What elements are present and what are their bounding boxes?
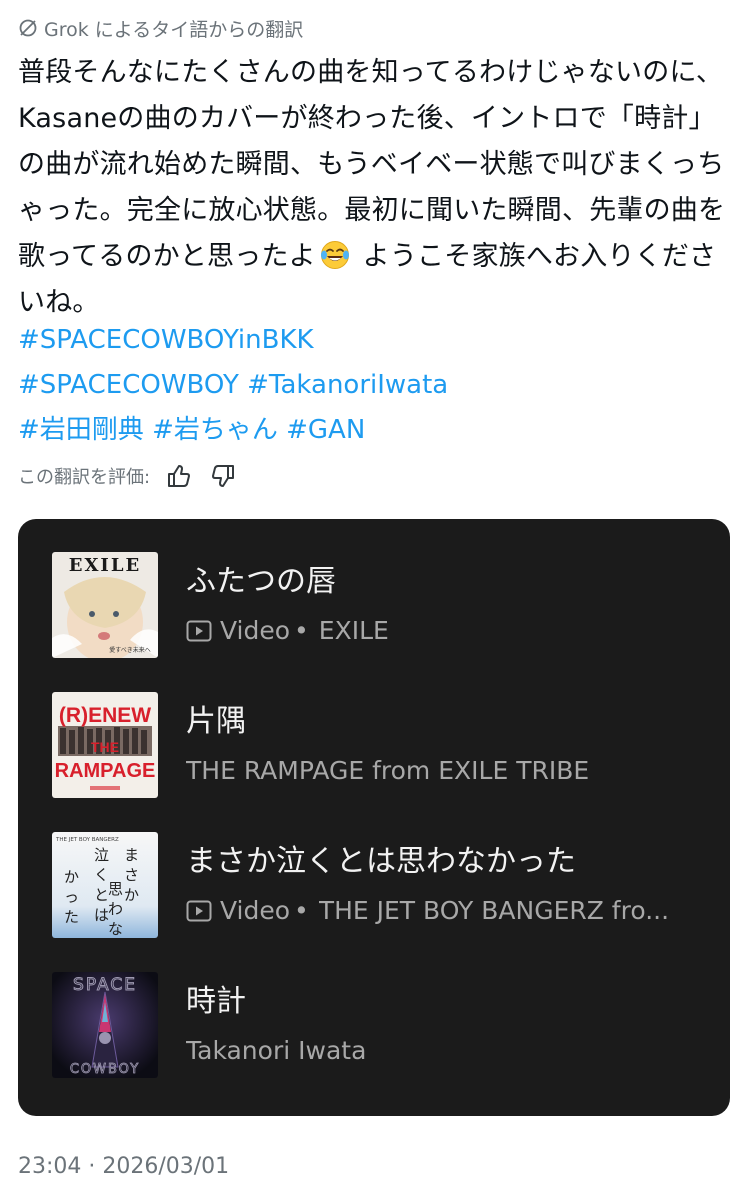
track-artist: THE JET BOY BANGERZ fro... — [318, 896, 670, 925]
album-art-text: (R)ENEW — [59, 704, 151, 727]
track-title: 片隅 — [186, 704, 246, 739]
track-meta: THE RAMPAGE from EXILE TRIBE — [186, 754, 589, 788]
svg-text:思: 思 — [108, 880, 123, 898]
video-icon — [186, 620, 212, 642]
thumbs-down-icon — [212, 465, 235, 487]
grok-icon — [18, 18, 38, 38]
translation-header: Grok によるタイ語からの翻訳 — [18, 14, 303, 42]
svg-text:か: か — [124, 886, 139, 904]
album-art-text: THE JET BOY BANGERZ — [55, 837, 119, 843]
svg-text:泣: 泣 — [94, 846, 109, 864]
album-art: EXILE 愛すべき未来へ — [52, 552, 158, 658]
track-type: Video — [220, 616, 291, 645]
track-title: ふたつの唇 — [186, 564, 336, 599]
hashtag-row: #SPACECOWBOYinBKK — [18, 318, 448, 363]
meta-separator: • — [294, 896, 309, 925]
svg-text:た: た — [64, 908, 79, 926]
svg-text:く: く — [94, 866, 109, 884]
track-item[interactable]: (R)ENEW THE RAMPAGE 片隅 THE RAMPAGE from … — [52, 692, 712, 800]
translation-rating: この翻訳を評価: — [18, 458, 238, 494]
hashtag-link[interactable]: #SPACECOWBOYinBKK — [18, 325, 314, 355]
hashtag-link[interactable]: #SPACECOWBOY — [18, 370, 239, 400]
hashtag-link[interactable]: #岩ちゃん — [152, 415, 278, 445]
svg-text:か: か — [64, 868, 79, 886]
svg-text:わ: わ — [108, 900, 123, 918]
album-art: SPACE COWBOY — [52, 972, 158, 1078]
thumbs-down-button[interactable] — [208, 461, 238, 491]
hashtag-row: #SPACECOWBOY #TakanoriIwata — [18, 363, 448, 408]
hashtags: #SPACECOWBOYinBKK #SPACECOWBOY #Takanori… — [18, 318, 448, 453]
svg-text:っ: っ — [64, 888, 79, 906]
album-art-text: RAMPAGE — [55, 760, 156, 782]
thumbs-up-icon — [168, 465, 191, 487]
track-artist: Takanori Iwata — [186, 1036, 367, 1065]
svg-text:さ: さ — [124, 866, 139, 884]
track-item[interactable]: EXILE 愛すべき未来へ ふたつの唇 Video • EXILE — [52, 552, 712, 660]
tears-of-joy-emoji — [320, 239, 350, 269]
svg-text:ま: ま — [124, 846, 139, 864]
meta-separator: • — [294, 616, 309, 645]
album-art-text: SPACE — [73, 975, 137, 995]
album-art-text: COWBOY — [70, 1062, 140, 1077]
hashtag-link[interactable]: #TakanoriIwata — [247, 370, 448, 400]
track-meta: Video • EXILE — [186, 614, 389, 648]
hashtag-link[interactable]: #GAN — [286, 415, 365, 445]
track-type: Video — [220, 896, 291, 925]
track-artist: EXILE — [318, 616, 389, 645]
thumbs-up-button[interactable] — [164, 461, 194, 491]
svg-text:な: な — [108, 920, 123, 938]
album-art: (R)ENEW THE RAMPAGE — [52, 692, 158, 798]
track-title: まさか泣くとは思わなかった — [186, 844, 576, 879]
post-text: 普段そんなにたくさんの曲を知ってるわけじゃないのに、Kasaneの曲のカバーが終… — [18, 50, 734, 326]
hashtag-row: #岩田剛典 #岩ちゃん #GAN — [18, 408, 448, 453]
album-art-caption: 愛すべき未来へ — [109, 646, 151, 654]
album-art-text: THE — [91, 739, 119, 755]
video-icon — [186, 900, 212, 922]
svg-text:と: と — [94, 886, 109, 904]
track-item[interactable]: SPACE COWBOY 時計 Takanori Iwata — [52, 972, 712, 1080]
album-art: THE JET BOY BANGERZ 泣 く と は ま さ か か っ た … — [52, 832, 158, 938]
translation-header-text: Grok によるタイ語からの翻訳 — [44, 18, 304, 41]
post-timestamp[interactable]: 23:04 · 2026/03/01 — [18, 1154, 229, 1179]
hashtag-link[interactable]: #岩田剛典 — [18, 415, 144, 445]
svg-text:は: は — [94, 906, 109, 924]
track-meta: Video • THE JET BOY BANGERZ fro... — [186, 894, 669, 928]
rating-label: この翻訳を評価: — [18, 467, 151, 488]
album-art-text: EXILE — [69, 555, 141, 576]
music-card: EXILE 愛すべき未来へ ふたつの唇 Video • EXILE (R)ENE… — [18, 519, 730, 1116]
track-item[interactable]: THE JET BOY BANGERZ 泣 く と は ま さ か か っ た … — [52, 832, 712, 940]
track-title: 時計 — [186, 984, 246, 1019]
track-meta: Takanori Iwata — [186, 1034, 366, 1068]
track-artist: THE RAMPAGE from EXILE TRIBE — [186, 756, 590, 785]
post-text-part-1: 普段そんなにたくさんの曲を知ってるわけじゃないのに、Kasaneの曲のカバーが終… — [18, 57, 726, 272]
